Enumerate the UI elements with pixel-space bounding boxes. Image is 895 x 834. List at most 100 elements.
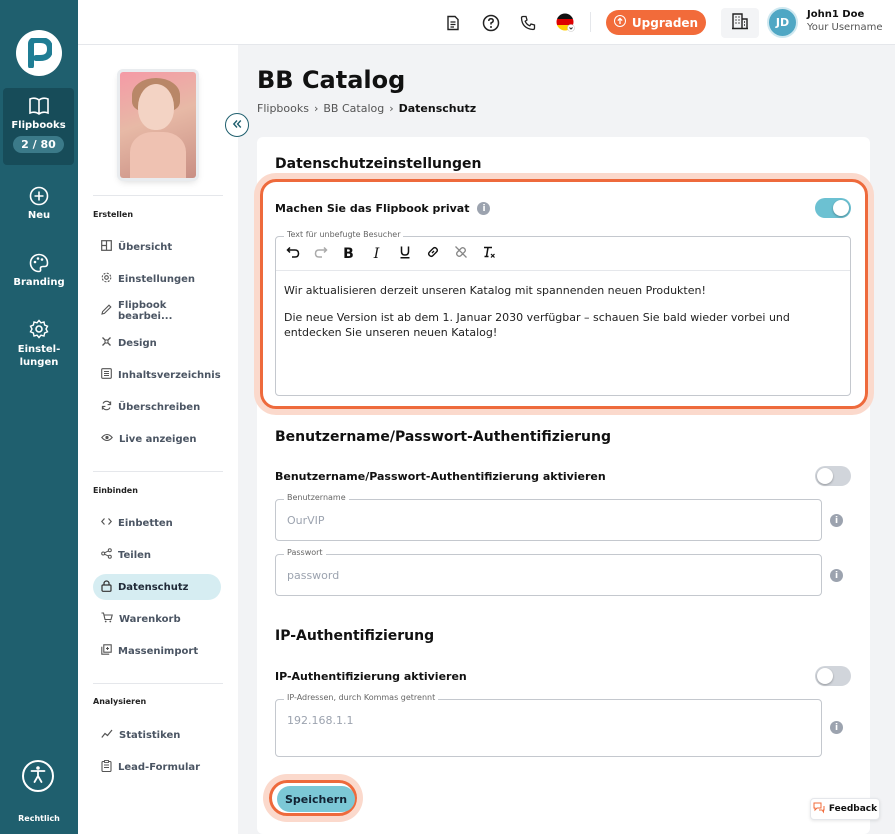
ip-heading: IP-Authentifizierung (275, 628, 435, 644)
nav-toc[interactable]: Inhaltsverzeichnis (93, 362, 221, 388)
password-label: Passwort (284, 548, 326, 557)
help-icon[interactable] (481, 13, 501, 33)
nav-settings-label: Einstellungen (118, 273, 196, 285)
nav-share[interactable]: Teilen (93, 542, 221, 568)
ip-toggle-label: IP-Authentifizierung aktivieren (275, 670, 467, 683)
user-username: Your Username (807, 22, 883, 33)
nav-live-view-label: Live anzeigen (119, 433, 197, 445)
info-icon[interactable]: i (477, 202, 491, 215)
eye-icon (101, 432, 119, 446)
editor-paragraph-1: Wir aktualisieren derzeit unseren Katalo… (284, 284, 706, 297)
rail-settings[interactable]: Einstel-lungen (0, 319, 78, 369)
pencil-icon (101, 304, 118, 318)
accessibility-icon (28, 764, 48, 788)
rail-branding-label: Branding (13, 277, 65, 288)
nav-statistics[interactable]: Statistiken (93, 722, 221, 748)
nav-settings[interactable]: Einstellungen (93, 266, 221, 292)
upgrade-button[interactable]: Upgraden (606, 10, 706, 35)
info-icon[interactable]: i (830, 514, 843, 527)
breadcrumb-flipbooks[interactable]: Flipbooks (257, 102, 309, 115)
rail-branding[interactable]: Branding (0, 253, 78, 288)
breadcrumb-catalog[interactable]: BB Catalog (323, 102, 384, 115)
breadcrumb-current: Datenschutz (398, 102, 477, 115)
app-logo[interactable] (16, 30, 62, 76)
nav-cart[interactable]: Warenkorb (93, 606, 221, 632)
nav-toc-label: Inhaltsverzeichnis (118, 369, 221, 381)
avatar[interactable]: JD (767, 7, 798, 38)
nav-privacy-label: Datenschutz (118, 581, 189, 593)
nav-lead-form-label: Lead-Formular (118, 761, 201, 773)
collapse-sidebar-button[interactable] (225, 113, 249, 137)
list-icon (101, 368, 118, 382)
feedback-icon (813, 802, 825, 817)
ip-addresses-field[interactable]: IP-Adressen, durch Kommas getrennt 192.1… (275, 693, 822, 757)
username-label: Benutzername (284, 493, 349, 502)
nav-overview[interactable]: Übersicht (93, 234, 221, 260)
upgrade-label: Upgraden (631, 15, 699, 30)
rail-new[interactable]: Neu (0, 186, 78, 221)
german-flag-icon[interactable] (556, 13, 576, 33)
private-toggle-label: Machen Sie das Flipbook privat (275, 202, 470, 215)
rail-flipbooks[interactable]: Flipbooks 2 / 80 (3, 88, 74, 165)
username-field[interactable]: Benutzername OurVIP (275, 493, 822, 541)
info-icon[interactable]: i (830, 569, 843, 582)
nav-design[interactable]: Design (93, 330, 221, 356)
auth-heading: Benutzername/Passwort-Authentifizierung (275, 429, 611, 445)
rail-legal-link[interactable]: Rechtlich (0, 814, 78, 823)
gear-icon (101, 272, 118, 286)
link-icon[interactable] (425, 245, 440, 263)
auth-toggle-label: Benutzername/Passwort-Authentifizierung … (275, 470, 606, 483)
nav-edit-flipbook[interactable]: Flipbook bearbei... (93, 298, 221, 324)
ip-addresses-label: IP-Adressen, durch Kommas getrennt (284, 693, 439, 702)
italic-icon[interactable]: I (369, 246, 384, 262)
private-toggle-row: Machen Sie das Flipbook privat i (275, 202, 491, 215)
user-name: John1 Doe (807, 9, 865, 20)
nav-embed[interactable]: Einbetten (93, 510, 221, 536)
nav-overwrite[interactable]: Überschreiben (93, 394, 221, 420)
clear-format-icon[interactable] (481, 245, 496, 263)
organization-button[interactable] (721, 8, 759, 38)
building-icon (731, 12, 749, 34)
chevron-right-icon: › (389, 102, 394, 115)
section-embed-heading: Einbinden (93, 486, 138, 495)
auth-toggle[interactable] (815, 466, 851, 486)
editor-content[interactable]: Wir aktualisieren derzeit unseren Katalo… (284, 283, 839, 352)
undo-icon[interactable] (285, 245, 300, 263)
chevrons-left-icon (232, 118, 242, 133)
password-field[interactable]: Passwort password (275, 548, 822, 596)
info-icon[interactable]: i (830, 721, 843, 734)
document-icon[interactable] (443, 13, 463, 33)
feedback-button[interactable]: Feedback (810, 798, 880, 820)
nav-live-view[interactable]: Live anzeigen (93, 426, 221, 452)
save-button[interactable]: Speichern (277, 786, 355, 812)
nav-share-label: Teilen (118, 549, 152, 561)
flipbook-cover-thumbnail[interactable] (120, 72, 196, 178)
underline-icon[interactable] (397, 245, 412, 263)
nav-lead-form[interactable]: Lead-Formular (93, 754, 221, 780)
nav-overview-label: Übersicht (118, 241, 173, 253)
bulk-import-icon (101, 644, 118, 658)
rail-settings-label: Einstel-lungen (17, 344, 61, 368)
phone-icon[interactable] (518, 13, 538, 33)
redo-icon[interactable] (313, 245, 328, 263)
nav-bulk-import[interactable]: Massenimport (93, 638, 221, 664)
topbar-divider (590, 12, 591, 32)
private-toggle[interactable] (815, 198, 851, 218)
unauthorized-text-editor[interactable]: Text für unbefugte Besucher B I Wir aktu… (275, 230, 851, 396)
bold-icon[interactable]: B (341, 246, 356, 262)
nav-edit-flipbook-label: Flipbook bearbei... (118, 300, 173, 322)
accessibility-button[interactable] (22, 760, 54, 792)
ip-addresses-value: 192.168.1.1 (287, 714, 354, 727)
refresh-icon (101, 400, 118, 414)
plus-circle-icon (0, 186, 78, 206)
nav-privacy[interactable]: Datenschutz (93, 574, 221, 600)
ip-toggle[interactable] (815, 666, 851, 686)
flipbook-sidebar: Erstellen Übersicht Einstellungen Flipbo… (78, 45, 238, 834)
ip-toggle-text: IP-Authentifizierung aktivieren (275, 670, 467, 683)
overview-icon (101, 240, 118, 254)
nav-embed-label: Einbetten (118, 517, 173, 529)
cart-icon (101, 612, 119, 626)
unlink-icon[interactable] (453, 245, 468, 263)
privacy-heading: Datenschutzeinstellungen (275, 156, 482, 172)
chevron-right-icon: › (313, 102, 319, 115)
